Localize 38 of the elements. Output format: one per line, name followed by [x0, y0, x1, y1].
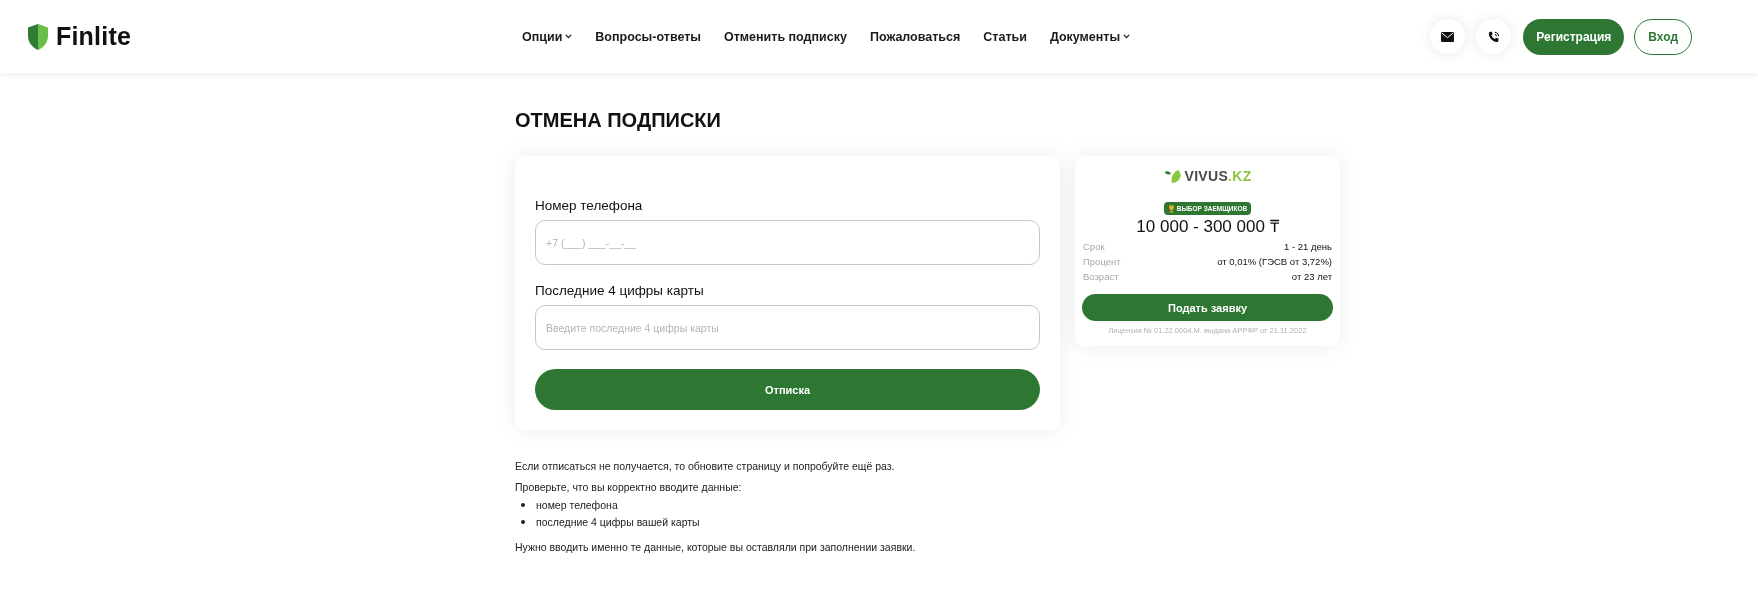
help-text: Проверьте, что вы корректно вводите данные: — [515, 480, 743, 494]
nav-link[interactable]: Опции — [522, 29, 573, 44]
mail-icon — [1441, 31, 1455, 42]
term-value: 1 - 21 день — [1284, 240, 1332, 254]
site-logo[interactable]: Finlite — [56, 22, 131, 51]
term-value: от 23 лет — [1291, 270, 1332, 284]
nav-link[interactable]: Пожаловаться — [869, 29, 961, 44]
phone-icon — [1487, 30, 1500, 43]
help-text: Если отписаться не получается, то обновите страницу и попробуйте ещё раз. — [515, 459, 896, 473]
phone-button[interactable] — [1476, 19, 1512, 54]
loan-amount: 10 000 - 300 000 ₸ — [1136, 217, 1279, 237]
leaf-logo-icon — [1163, 168, 1182, 184]
list-item-text: последние 4 цифры вашей карты — [536, 514, 700, 529]
nav-link[interactable]: Отменить подписку — [724, 29, 847, 44]
unsubscribe-button[interactable]: Отписка — [535, 369, 1040, 410]
shield-logo-icon — [26, 22, 50, 51]
bullet-icon — [521, 502, 525, 507]
nav-link[interactable]: Статьи — [983, 29, 1027, 44]
help-text: Нужно вводить именно те данные, которые вы оставляли при заполнении заявки. — [515, 540, 917, 554]
register-button[interactable]: Регистрация — [1523, 18, 1625, 55]
term-label: Срок — [1083, 240, 1105, 254]
login-button[interactable]: Вход — [1634, 18, 1692, 55]
term-label: Возраст — [1083, 270, 1119, 284]
list-item-text: номер телефона — [536, 497, 618, 512]
nav-link[interactable]: Вопросы-ответы — [595, 29, 701, 44]
input-field[interactable]: Введите последние 4 цифры карты — [535, 305, 1040, 350]
mail-button[interactable] — [1430, 19, 1466, 54]
apply-button[interactable]: Подать заявку — [1082, 294, 1333, 321]
trophy-icon — [1167, 204, 1175, 213]
term-value: от 0,01% (ГЭСВ от 3,72%) — [1217, 255, 1332, 269]
field-label: Номер телефона — [535, 197, 644, 215]
nav-link[interactable]: Документы — [1049, 29, 1131, 44]
term-label: Процент — [1083, 255, 1121, 269]
page-title: ОТМЕНА ПОДПИСКИ — [515, 108, 722, 133]
input-field[interactable]: +7 (___) ___-__-__ — [535, 220, 1040, 265]
lender-logo-text: VIVUS.KZ — [1184, 168, 1252, 184]
bullet-icon — [521, 519, 525, 524]
field-label: Последние 4 цифры карты — [535, 282, 705, 300]
